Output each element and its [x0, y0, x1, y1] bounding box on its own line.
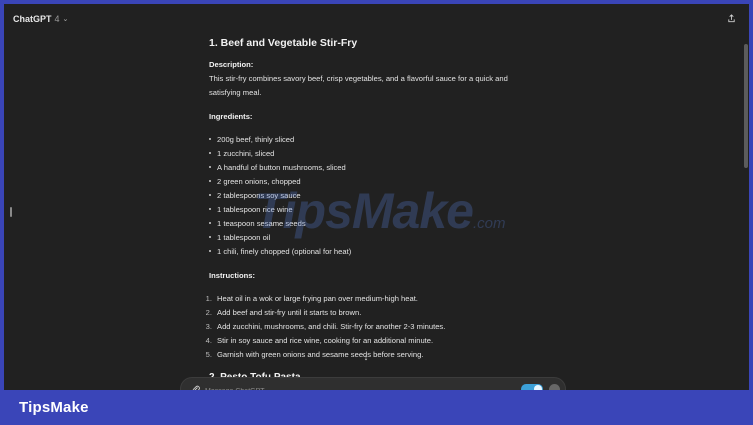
footer-bar: TipsMake	[0, 390, 753, 425]
model-version: 4	[54, 14, 60, 24]
list-item: 200g beef, thinly sliced	[209, 133, 539, 147]
step-number: 3.	[205, 322, 212, 331]
list-item: 1. Heat oil in a wok or large frying pan …	[206, 292, 539, 306]
scrollbar[interactable]	[744, 44, 748, 168]
instructions-list: 1. Heat oil in a wok or large frying pan …	[206, 292, 539, 362]
step-number: 4.	[205, 336, 212, 345]
list-item: 5. Garnish with green onions and sesame s…	[206, 348, 539, 362]
list-item: 1 zucchini, sliced	[209, 147, 539, 161]
list-item: 1 teaspoon sesame seeds	[209, 217, 539, 231]
description-label: Description:	[209, 60, 254, 69]
list-item: 1 tablespoon oil	[209, 231, 539, 245]
sidebar-toggle-handle[interactable]	[10, 207, 12, 217]
chat-window: ChatGPT 4 ⌄ 1. Beef and Vegetable Stir-F…	[4, 4, 749, 390]
step-text: Stir in soy sauce and rice wine, cooking…	[217, 336, 434, 345]
ingredients-list: 200g beef, thinly sliced 1 zucchini, sli…	[209, 133, 539, 259]
assistant-message: 1. Beef and Vegetable Stir-Fry Descripti…	[206, 36, 539, 362]
share-button[interactable]	[723, 10, 739, 26]
list-item: 2. Add beef and stir-fry until it starts …	[206, 306, 539, 320]
brand-logo: TipsMake	[19, 399, 89, 416]
arrow-down-icon: ↓	[363, 352, 369, 362]
description-text: This stir-fry combines savory beef, cris…	[209, 74, 508, 97]
model-selector[interactable]: ChatGPT 4 ⌄	[13, 14, 68, 24]
step-text: Heat oil in a wok or large frying pan ov…	[217, 294, 418, 303]
list-item: 3. Add zucchini, mushrooms, and chili. St…	[206, 320, 539, 334]
list-item: 1 chili, finely chopped (optional for he…	[209, 245, 539, 259]
step-text: Garnish with green onions and sesame see…	[217, 350, 424, 359]
step-number: 5.	[205, 350, 212, 359]
message-composer	[180, 377, 566, 390]
list-item: A handful of button mushrooms, sliced	[209, 161, 539, 175]
recipe-heading: 1. Beef and Vegetable Stir-Fry	[209, 37, 358, 49]
app-title: ChatGPT	[13, 14, 52, 24]
step-number: 2.	[205, 308, 212, 317]
step-text: Add beef and stir-fry until it starts to…	[217, 308, 362, 317]
list-item: 4. Stir in soy sauce and rice wine, cooki…	[206, 334, 539, 348]
ingredients-label: Ingredients:	[209, 112, 253, 121]
scroll-to-bottom-button[interactable]: ↓	[359, 350, 373, 364]
list-item: 2 green onions, chopped	[209, 175, 539, 189]
step-number: 1.	[205, 294, 212, 303]
instructions-label: Instructions:	[209, 271, 255, 280]
chevron-down-icon: ⌄	[62, 16, 69, 23]
step-text: Add zucchini, mushrooms, and chili. Stir…	[217, 322, 446, 331]
share-icon	[727, 13, 735, 22]
list-item: 1 tablespoon rice wine	[209, 203, 539, 217]
list-item: 2 tablespoons soy sauce	[209, 189, 539, 203]
